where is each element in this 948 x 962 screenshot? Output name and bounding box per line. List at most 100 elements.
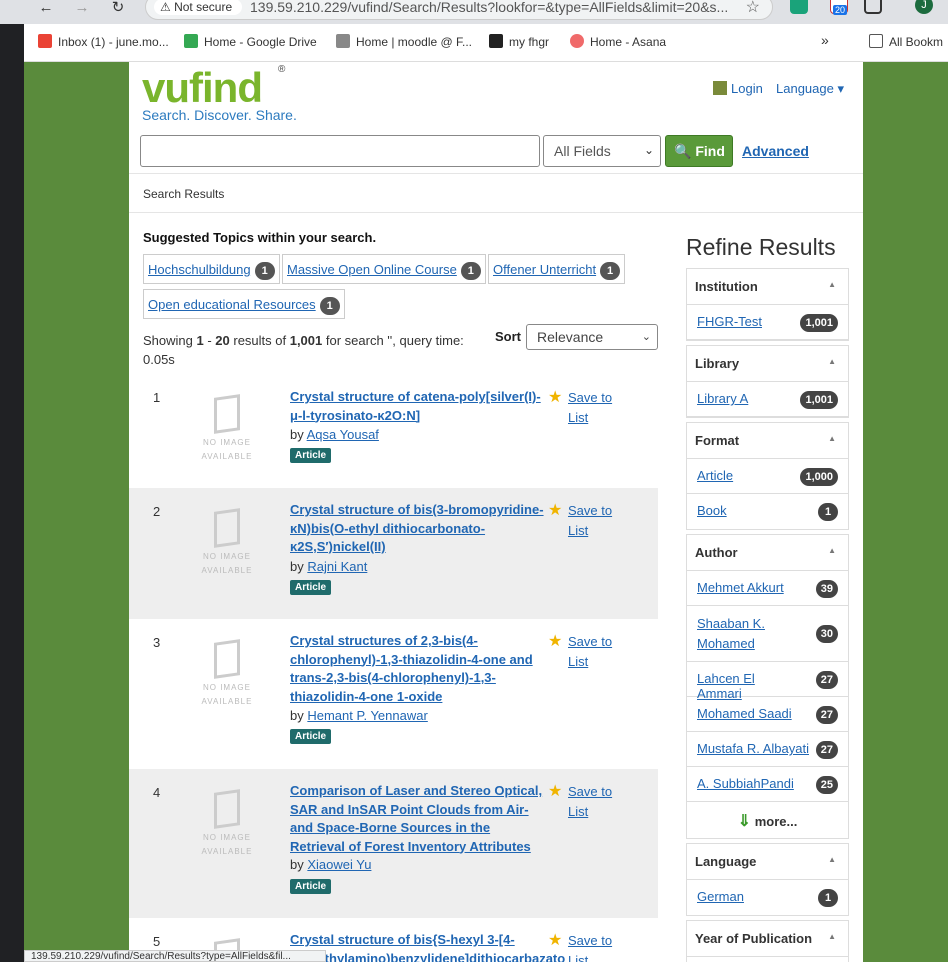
result-author-prefix: by [290,559,308,574]
result-author-prefix: by [290,427,307,442]
no-image-placeholder: NO IMAGE AVAILABLE [199,639,255,709]
summary-text: results of [229,333,290,348]
caret-up-icon: ▲ [828,546,836,555]
login-icon [713,81,727,95]
reload-icon[interactable]: ↻ [108,0,128,16]
search-type-select[interactable]: All Fields ⌄ [543,135,661,167]
topic-item: Offener Unterricht 1 [488,254,626,284]
facet-count: 1,001 [800,391,838,409]
back-icon[interactable]: ← [36,0,56,16]
author-link[interactable]: Aqsa Yousaf [307,427,379,442]
author-link[interactable]: Rajni Kant [307,559,367,574]
profile-avatar[interactable]: J [915,0,933,14]
save-to-list-link[interactable]: Save to List [568,782,618,822]
facet-item: Mohamed Saadi 27 [687,697,848,732]
facet-count: 27 [815,671,838,689]
advanced-search-link[interactable]: Advanced [742,143,809,159]
caret-up-icon: ▲ [828,357,836,366]
facet-link[interactable]: Mohamed Saadi [697,706,802,721]
extension-badge-icon[interactable]: 20 [830,0,848,15]
format-badge: Article [290,448,332,463]
save-to-list-link[interactable]: Save to List [568,931,618,962]
summary-text: Showing [143,333,197,348]
facet-title: Author [695,545,738,560]
save-to-list-link[interactable]: Save to List [568,632,618,672]
bookmark-label: Home - Asana [590,35,667,49]
facet-link[interactable]: German [697,889,802,904]
result-row: 3 NO IMAGE AVAILABLE Crystal structures o… [129,619,658,769]
bookmark-drive[interactable]: Home - Google Drive [184,34,317,49]
facet-format: Format ▲ Article 1,000 Book 1 [686,422,849,530]
no-image-text: NO IMAGE [202,552,251,561]
bookmark-gmail[interactable]: Inbox (1) - june.mo... [38,34,169,49]
search-type-value: All Fields [554,143,611,159]
facet-item: FHGR-Test 1,001 [687,305,848,340]
bookmark-myfhgr[interactable]: my fhgr [489,34,549,49]
topic-link[interactable]: Massive Open Online Course [287,262,457,277]
breadcrumb-current: Search Results [143,187,225,201]
find-label: Find [695,143,725,159]
facet-link[interactable]: Mustafa R. Albayati [697,741,812,756]
bookmark-moodle[interactable]: Home | moodle @ F... [336,34,472,49]
bookmark-label: Inbox (1) - june.mo... [58,35,169,49]
facet-header[interactable]: Library ▲ [687,346,848,382]
language-menu[interactable]: Language ▾ [776,81,844,97]
save-to-list-link[interactable]: Save to List [568,501,618,541]
facet-link[interactable]: Book [697,503,802,518]
facet-header[interactable]: Format ▲ [687,423,848,459]
puzzle-icon[interactable] [864,0,882,14]
no-image-icon [214,508,240,548]
topic-link[interactable]: Open educational Resources [148,297,316,312]
facet-header[interactable]: Year of Publication ▲ [687,921,848,957]
save-to-list-link[interactable]: Save to List [568,388,618,428]
result-author: by Xiaowei Yu [290,857,371,872]
facet-link[interactable]: Library A [697,391,802,406]
facet-count: 39 [815,580,838,598]
author-link[interactable]: Hemant P. Yennawar [307,708,427,723]
topic-link[interactable]: Offener Unterricht [493,262,596,277]
facet-item: Mehmet Akkurt 39 [687,571,848,606]
search-input[interactable] [140,135,540,167]
result-row: 4 NO IMAGE AVAILABLE Comparison of Laser … [129,769,658,918]
topic-link[interactable]: Hochschulbildung [148,262,251,277]
facet-header[interactable]: Language ▲ [687,844,848,880]
result-author: by Rajni Kant [290,559,367,574]
result-row: 2 NO IMAGE AVAILABLE Crystal structure of… [129,488,658,619]
more-authors-link[interactable]: ⇓ more... [687,802,848,838]
summary-text: - [203,333,216,348]
address-bar[interactable]: ⚠ Not secure 139.59.210.229/vufind/Searc… [145,0,773,20]
facet-header[interactable]: Author ▲ [687,535,848,571]
result-title-link[interactable]: Crystal structure of bis(3-bromopyridine… [290,501,546,557]
forward-icon[interactable]: → [72,0,92,16]
bookmark-star-icon[interactable]: ☆ [746,0,760,17]
result-title-link[interactable]: Crystal structures of 2,3-bis(4-chloroph… [290,632,546,706]
bookmark-asana[interactable]: Home - Asana [570,34,666,49]
vufind-page: vufind ® Search. Discover. Share. Login … [129,62,863,962]
author-link[interactable]: Xiaowei Yu [307,857,371,872]
security-indicator[interactable]: ⚠ Not secure [154,0,243,15]
facet-link[interactable]: FHGR-Test [697,314,802,329]
find-button[interactable]: 🔍 Find [665,135,733,167]
facet-header[interactable]: Institution ▲ [687,269,848,305]
extension-icon[interactable] [790,0,808,14]
login-label: Login [731,81,763,96]
no-image-icon [214,394,240,434]
result-number: 3 [153,635,161,650]
summary-from: 1 [196,333,204,348]
result-title-link[interactable]: Comparison of Laser and Stereo Optical, … [290,782,548,856]
facet-title: Format [695,433,740,448]
result-title-link[interactable]: Crystal structure of bis{S-hexyl 3-[4-(d… [290,931,572,962]
bookmarks-overflow-icon[interactable]: » [821,32,829,48]
facet-link[interactable]: Article [697,468,802,483]
results-summary: Showing 1 - 20 results of 1,001 for sear… [143,331,483,369]
sort-select[interactable]: Relevance ⌄ [526,324,658,350]
facet-link[interactable]: Mehmet Akkurt [697,580,802,595]
login-link[interactable]: Login [713,81,763,96]
facet-link[interactable]: Shaaban K. Mohamed [697,614,777,654]
facet-link[interactable]: A. SubbiahPandi [697,776,802,791]
logo[interactable]: vufind ® [142,64,285,112]
bookmark-folder[interactable]: All Bookm [869,34,943,49]
star-icon: ★ [548,783,563,800]
result-title-link[interactable]: Crystal structure of catena-poly[silver(… [290,388,546,425]
url-text[interactable]: 139.59.210.229/vufind/Search/Results?loo… [250,0,730,15]
